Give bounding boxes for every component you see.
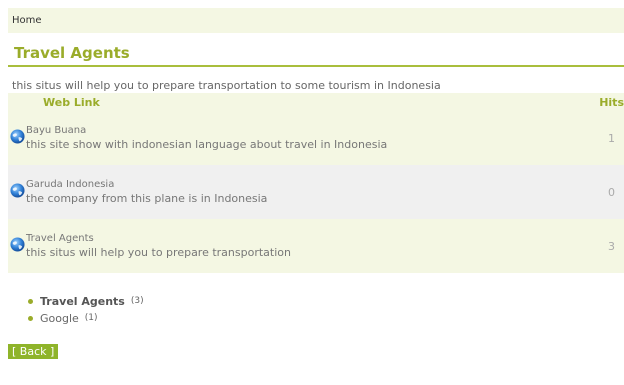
weblink-description: the company from this plane is in Indone… xyxy=(26,192,268,205)
category-count: (1) xyxy=(84,313,98,323)
category-name-current: Travel Agents xyxy=(40,295,125,308)
breadcrumb-home-link[interactable]: Home xyxy=(12,15,42,26)
table-row: Bayu Buana this site show with indonesia… xyxy=(8,111,624,165)
page-title: Travel Agents xyxy=(8,43,624,67)
category-count: (3) xyxy=(130,296,144,306)
category-link[interactable]: Google xyxy=(40,310,79,327)
weblink-title[interactable]: Travel Agents xyxy=(26,232,564,245)
globe-icon xyxy=(10,183,25,198)
globe-icon xyxy=(10,129,25,144)
weblinks-table: Web Link Hits Bayu Buana this site show … xyxy=(8,93,624,273)
table-header-row: Web Link Hits xyxy=(8,93,624,111)
back-button[interactable]: [ Back ] xyxy=(8,344,59,359)
page: Home Travel Agents this situs will help … xyxy=(0,8,624,385)
table-row: Garuda Indonesia the company from this p… xyxy=(8,165,624,219)
weblink-description: this site show with indonesian language … xyxy=(26,138,388,151)
link-text: Garuda Indonesia the company from this p… xyxy=(26,178,564,206)
globe-icon xyxy=(10,237,25,252)
column-header-web-link[interactable]: Web Link xyxy=(8,93,564,111)
link-text: Travel Agents this situs will help you t… xyxy=(26,232,564,260)
page-description: this situs will help you to prepare tran… xyxy=(12,79,441,92)
hits-count: 1 xyxy=(564,111,624,165)
hits-count: 3 xyxy=(564,219,624,273)
category-list: Travel Agents (3) Google (1) xyxy=(8,293,624,327)
table-row: Travel Agents this situs will help you t… xyxy=(8,219,624,273)
weblink-title[interactable]: Bayu Buana xyxy=(26,124,564,137)
link-cell: Travel Agents this situs will help you t… xyxy=(8,219,564,273)
link-text: Bayu Buana this site show with indonesia… xyxy=(26,124,564,152)
category-item: Google (1) xyxy=(28,310,624,327)
weblink-title[interactable]: Garuda Indonesia xyxy=(26,178,564,191)
weblink-description: this situs will help you to prepare tran… xyxy=(26,246,291,259)
breadcrumb: Home xyxy=(8,8,624,33)
column-header-hits[interactable]: Hits xyxy=(564,93,624,111)
bullet-icon xyxy=(28,299,33,304)
link-cell: Bayu Buana this site show with indonesia… xyxy=(8,111,564,165)
hits-count: 0 xyxy=(564,165,624,219)
link-cell: Garuda Indonesia the company from this p… xyxy=(8,165,564,219)
bullet-icon xyxy=(28,316,33,321)
category-item: Travel Agents (3) xyxy=(28,293,624,310)
